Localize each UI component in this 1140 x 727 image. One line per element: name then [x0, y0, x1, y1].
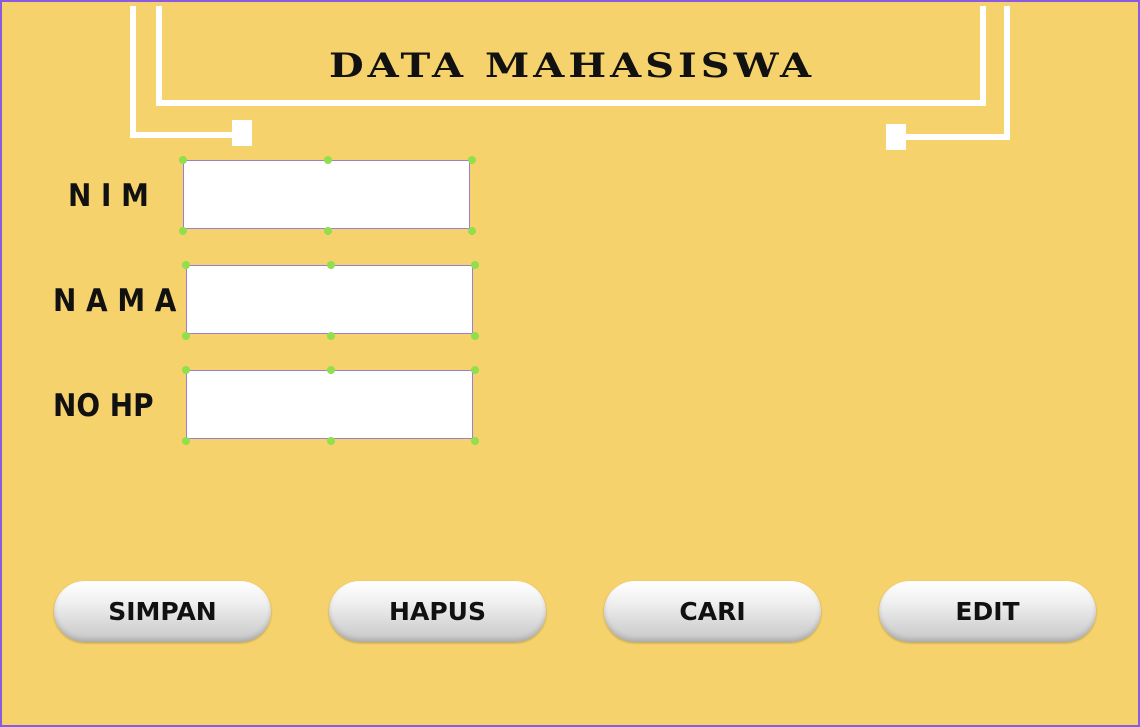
title-frame-inner-bottom	[156, 100, 986, 106]
resize-handle[interactable]	[179, 227, 187, 235]
resize-handle[interactable]	[182, 366, 190, 374]
title-frame-outer-right-bottom	[902, 134, 1010, 140]
hapus-button[interactable]: HAPUS	[329, 581, 546, 642]
nohp-input[interactable]	[186, 370, 473, 439]
resize-handle[interactable]	[324, 156, 332, 164]
resize-handle[interactable]	[471, 366, 479, 374]
title-frame-right-square	[886, 124, 906, 150]
title-frame-outer-left	[130, 6, 136, 138]
resize-handle[interactable]	[468, 156, 476, 164]
title-frame-outer-right	[1004, 6, 1010, 140]
cari-button[interactable]: CARI	[604, 581, 821, 642]
resize-handle[interactable]	[327, 437, 335, 445]
resize-handle[interactable]	[468, 227, 476, 235]
resize-handle[interactable]	[327, 366, 335, 374]
resize-handle[interactable]	[327, 261, 335, 269]
form-window: DATA MAHASISWA N I M N A M A NO HP SIMPA…	[0, 0, 1140, 727]
simpan-button[interactable]: SIMPAN	[54, 581, 271, 642]
resize-handle[interactable]	[471, 332, 479, 340]
nim-input[interactable]	[183, 160, 470, 229]
resize-handle[interactable]	[471, 437, 479, 445]
nama-input[interactable]	[186, 265, 473, 334]
resize-handle[interactable]	[182, 437, 190, 445]
resize-handle[interactable]	[182, 261, 190, 269]
title-frame-left-square	[232, 120, 252, 146]
page-title: DATA MAHASISWA	[328, 45, 816, 86]
edit-button[interactable]: EDIT	[879, 581, 1096, 642]
title-frame-outer-left-bottom	[130, 132, 234, 138]
resize-handle[interactable]	[327, 332, 335, 340]
resize-handle[interactable]	[471, 261, 479, 269]
resize-handle[interactable]	[182, 332, 190, 340]
nama-label: N A M A	[53, 283, 177, 319]
resize-handle[interactable]	[324, 227, 332, 235]
nohp-label: NO HP	[53, 388, 154, 424]
nim-label: N I M	[68, 178, 149, 214]
resize-handle[interactable]	[179, 156, 187, 164]
